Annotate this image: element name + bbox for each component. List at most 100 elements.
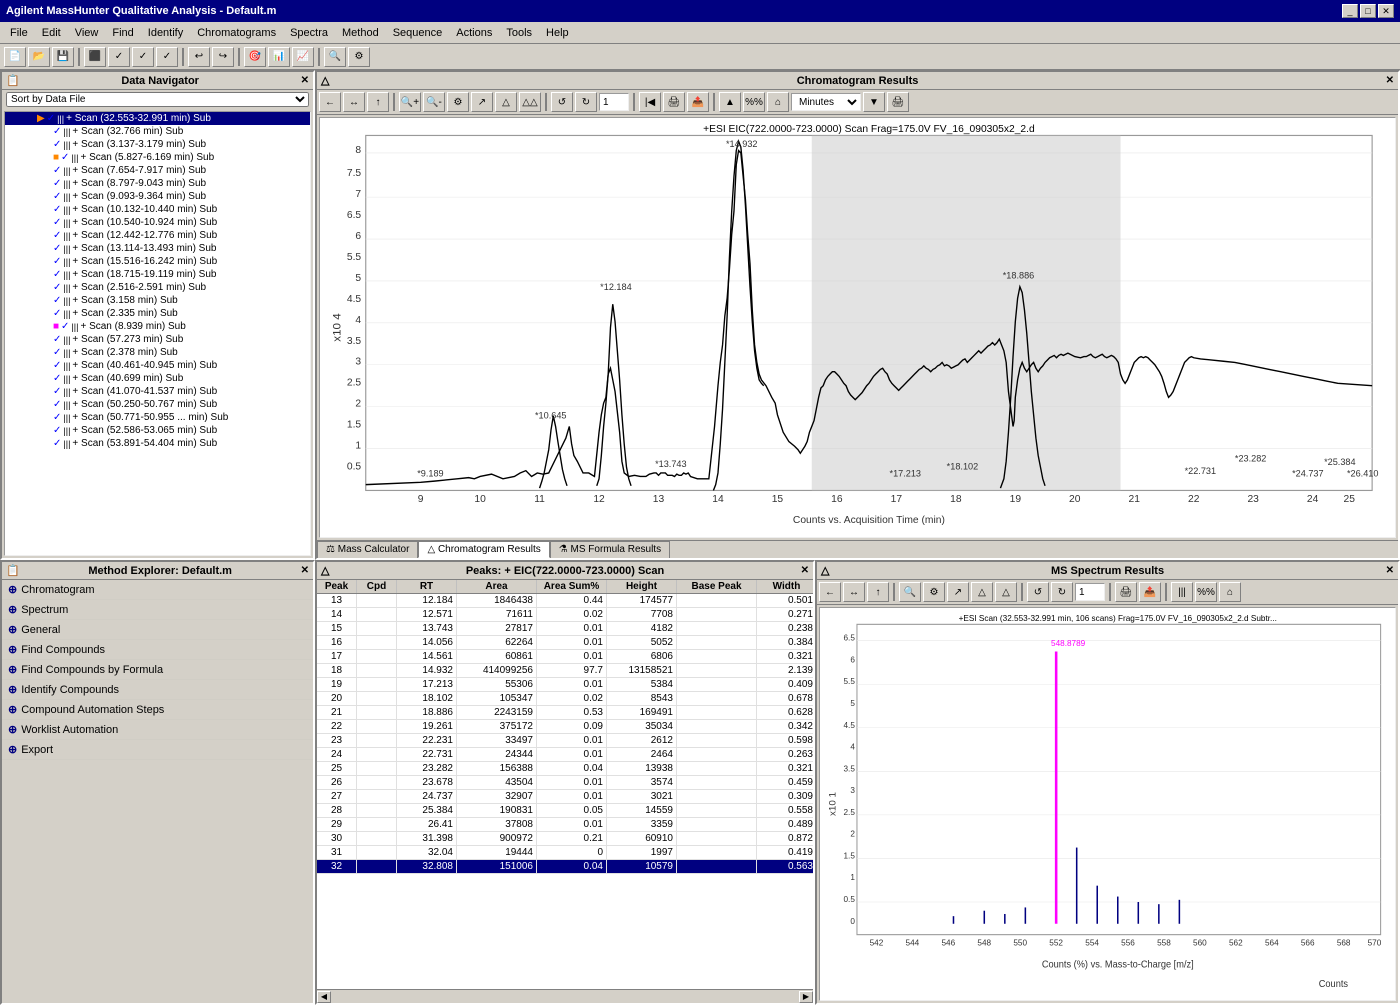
tree-container[interactable]: ▶ ✓ ||| + Scan (32.553-32.991 min) Sub ✓… bbox=[4, 111, 311, 556]
menu-tools[interactable]: Tools bbox=[500, 25, 538, 41]
toolbar-btn4[interactable]: ✓ bbox=[156, 47, 178, 67]
table-row[interactable]: 2422.731243440.0124640.263 bbox=[317, 748, 813, 762]
ms-peak[interactable]: △ bbox=[971, 582, 993, 602]
table-row[interactable]: 1814.93241409925697.7131585212.139 bbox=[317, 664, 813, 678]
tree-item-15[interactable]: ✓ ||| + Scan (2.335 min) Sub bbox=[21, 307, 310, 320]
maximize-button[interactable]: □ bbox=[1360, 4, 1376, 18]
ms-percent[interactable]: %% bbox=[1195, 582, 1217, 602]
explorer-find-compounds-formula[interactable]: ⊕ Find Compounds by Formula bbox=[2, 660, 313, 680]
tree-item-0[interactable]: ▶ ✓ ||| + Scan (32.553-32.991 min) Sub bbox=[5, 112, 310, 125]
toolbar-settings[interactable]: ⚙ bbox=[348, 47, 370, 67]
method-explorer-close[interactable]: ✕ bbox=[301, 565, 309, 576]
menu-find[interactable]: Find bbox=[106, 25, 139, 41]
data-navigator-close[interactable]: ✕ bbox=[301, 75, 309, 86]
tree-item-10[interactable]: ✓ ||| + Scan (13.114-13.493 min) Sub bbox=[21, 242, 310, 255]
ms-spectrum-close[interactable]: ✕ bbox=[1386, 565, 1394, 576]
tree-item-7[interactable]: ✓ ||| + Scan (10.132-10.440 min) Sub bbox=[21, 203, 310, 216]
chrom-dropdown[interactable]: ▼ bbox=[863, 92, 885, 112]
chrom-zoom-out[interactable]: 🔍- bbox=[423, 92, 445, 112]
table-row[interactable]: 1412.571716110.0277080.271 bbox=[317, 608, 813, 622]
table-row[interactable]: 2724.737329070.0130210.309 bbox=[317, 790, 813, 804]
table-row[interactable]: 2825.3841908310.05145590.558 bbox=[317, 804, 813, 818]
ms-bars[interactable]: ||| bbox=[1171, 582, 1193, 602]
menu-edit[interactable]: Edit bbox=[36, 25, 67, 41]
peaks-close[interactable]: ✕ bbox=[801, 565, 809, 576]
ms-up[interactable]: ↑ bbox=[867, 582, 889, 602]
explorer-worklist-automation[interactable]: ⊕ Worklist Automation bbox=[2, 720, 313, 740]
menu-view[interactable]: View bbox=[69, 25, 105, 41]
ms-reset[interactable]: ↺ bbox=[1027, 582, 1049, 602]
chrom-peaks-btn[interactable]: ▲ bbox=[719, 92, 741, 112]
tab-mass-calculator[interactable]: ⚖ Mass Calculator bbox=[317, 541, 418, 558]
explorer-chromatogram[interactable]: ⊕ Chromatogram bbox=[2, 580, 313, 600]
table-row[interactable]: 2118.88622431590.531694910.628 bbox=[317, 706, 813, 720]
tree-item-3[interactable]: ■ ✓ ||| + Scan (5.827-6.169 min) Sub bbox=[21, 151, 310, 164]
tree-item-2[interactable]: ✓ ||| + Scan (3.137-3.179 min) Sub bbox=[21, 138, 310, 151]
ms-zoom-in[interactable]: 🔍 bbox=[899, 582, 921, 602]
ms-print[interactable]: 🖨 bbox=[1115, 582, 1137, 602]
table-row[interactable]: 2219.2613751720.09350340.342 bbox=[317, 720, 813, 734]
table-row[interactable]: 2018.1021053470.0285430.678 bbox=[317, 692, 813, 706]
toolbar-graph[interactable]: 📈 bbox=[292, 47, 314, 67]
window-controls[interactable]: _ □ ✕ bbox=[1342, 4, 1394, 18]
chrom-area[interactable]: ⌂ bbox=[767, 92, 789, 112]
toolbar-chart[interactable]: 📊 bbox=[268, 47, 290, 67]
table-row[interactable]: 2322.231334970.0126120.598 bbox=[317, 734, 813, 748]
ms-settings[interactable]: ⚙ bbox=[923, 582, 945, 602]
explorer-find-compounds[interactable]: ⊕ Find Compounds bbox=[2, 640, 313, 660]
ms-page-input[interactable] bbox=[1075, 583, 1105, 601]
ms-export[interactable]: 📤 bbox=[1139, 582, 1161, 602]
tree-item-24[interactable]: ✓ ||| + Scan (52.586-53.065 min) Sub bbox=[21, 424, 310, 437]
explorer-export[interactable]: ⊕ Export bbox=[2, 740, 313, 760]
menu-file[interactable]: File bbox=[4, 25, 34, 41]
chrom-up[interactable]: ↑ bbox=[367, 92, 389, 112]
menu-help[interactable]: Help bbox=[540, 25, 575, 41]
close-button[interactable]: ✕ bbox=[1378, 4, 1394, 18]
table-row[interactable]: 1312.18418464380.441745770.501 bbox=[317, 594, 813, 608]
tree-item-1[interactable]: ✓ ||| + Scan (32.766 min) Sub bbox=[21, 125, 310, 138]
chrom-settings[interactable]: ⚙ bbox=[447, 92, 469, 112]
toolbar-redo[interactable]: ↪ bbox=[212, 47, 234, 67]
chrom-cursor[interactable]: ↗ bbox=[471, 92, 493, 112]
chrom-reset[interactable]: ↺ bbox=[551, 92, 573, 112]
tree-item-9[interactable]: ✓ ||| + Scan (12.442-12.776 min) Sub bbox=[21, 229, 310, 242]
method-explorer-content[interactable]: ⊕ Chromatogram ⊕ Spectrum ⊕ General bbox=[2, 580, 313, 1003]
tree-item-16[interactable]: ■ ✓ ||| + Scan (8.939 min) Sub bbox=[21, 320, 310, 333]
tree-item-22[interactable]: ✓ ||| + Scan (50.250-50.767 min) Sub bbox=[21, 398, 310, 411]
menu-sequence[interactable]: Sequence bbox=[387, 25, 449, 41]
tree-item-12[interactable]: ✓ ||| + Scan (18.715-19.119 min) Sub bbox=[21, 268, 310, 281]
menu-spectra[interactable]: Spectra bbox=[284, 25, 334, 41]
table-row[interactable]: 1614.056622640.0150520.384 bbox=[317, 636, 813, 650]
chrom-peak[interactable]: △ bbox=[495, 92, 517, 112]
table-row[interactable]: 3232.8081510060.04105790.563 bbox=[317, 860, 813, 874]
toolbar-target[interactable]: 🎯 bbox=[244, 47, 266, 67]
chrom-fit[interactable]: ↻ bbox=[575, 92, 597, 112]
explorer-general[interactable]: ⊕ General bbox=[2, 620, 313, 640]
chrom-peak2[interactable]: △△ bbox=[519, 92, 541, 112]
ms-cursor[interactable]: ↗ bbox=[947, 582, 969, 602]
toolbar-btn1[interactable]: ⬛ bbox=[84, 47, 106, 67]
tree-item-23[interactable]: ✓ ||| + Scan (50.771-50.955 ... min) Sub bbox=[21, 411, 310, 424]
tree-item-20[interactable]: ✓ ||| + Scan (40.699 min) Sub bbox=[21, 372, 310, 385]
sort-dropdown[interactable]: Sort by Data File bbox=[6, 92, 309, 107]
tree-item-5[interactable]: ✓ ||| + Scan (8.797-9.043 min) Sub bbox=[21, 177, 310, 190]
chrom-print[interactable]: 🖨 bbox=[663, 92, 685, 112]
menu-actions[interactable]: Actions bbox=[450, 25, 498, 41]
toolbar-new[interactable]: 📄 bbox=[4, 47, 26, 67]
table-row[interactable]: 3132.0419444019970.419 bbox=[317, 846, 813, 860]
chrom-back[interactable]: ← bbox=[319, 92, 341, 112]
minimize-button[interactable]: _ bbox=[1342, 4, 1358, 18]
tree-item-14[interactable]: ✓ ||| + Scan (3.158 min) Sub bbox=[21, 294, 310, 307]
tree-item-11[interactable]: ✓ ||| + Scan (15.516-16.242 min) Sub bbox=[21, 255, 310, 268]
tree-item-13[interactable]: ✓ ||| + Scan (2.516-2.591 min) Sub bbox=[21, 281, 310, 294]
chrom-label[interactable]: %% bbox=[743, 92, 765, 112]
menu-method[interactable]: Method bbox=[336, 25, 385, 41]
chrom-time-unit[interactable]: Minutes bbox=[791, 93, 861, 111]
tree-item-17[interactable]: ✓ ||| + Scan (57.273 min) Sub bbox=[21, 333, 310, 346]
ms-fwd[interactable]: ↔ bbox=[843, 582, 865, 602]
tree-item-8[interactable]: ✓ ||| + Scan (10.540-10.924 min) Sub bbox=[21, 216, 310, 229]
tab-chromatogram-results[interactable]: △ Chromatogram Results bbox=[418, 541, 549, 558]
tab-ms-formula[interactable]: ⚗ MS Formula Results bbox=[550, 541, 670, 558]
toolbar-save[interactable]: 💾 bbox=[52, 47, 74, 67]
toolbar-zoom[interactable]: 🔍 bbox=[324, 47, 346, 67]
